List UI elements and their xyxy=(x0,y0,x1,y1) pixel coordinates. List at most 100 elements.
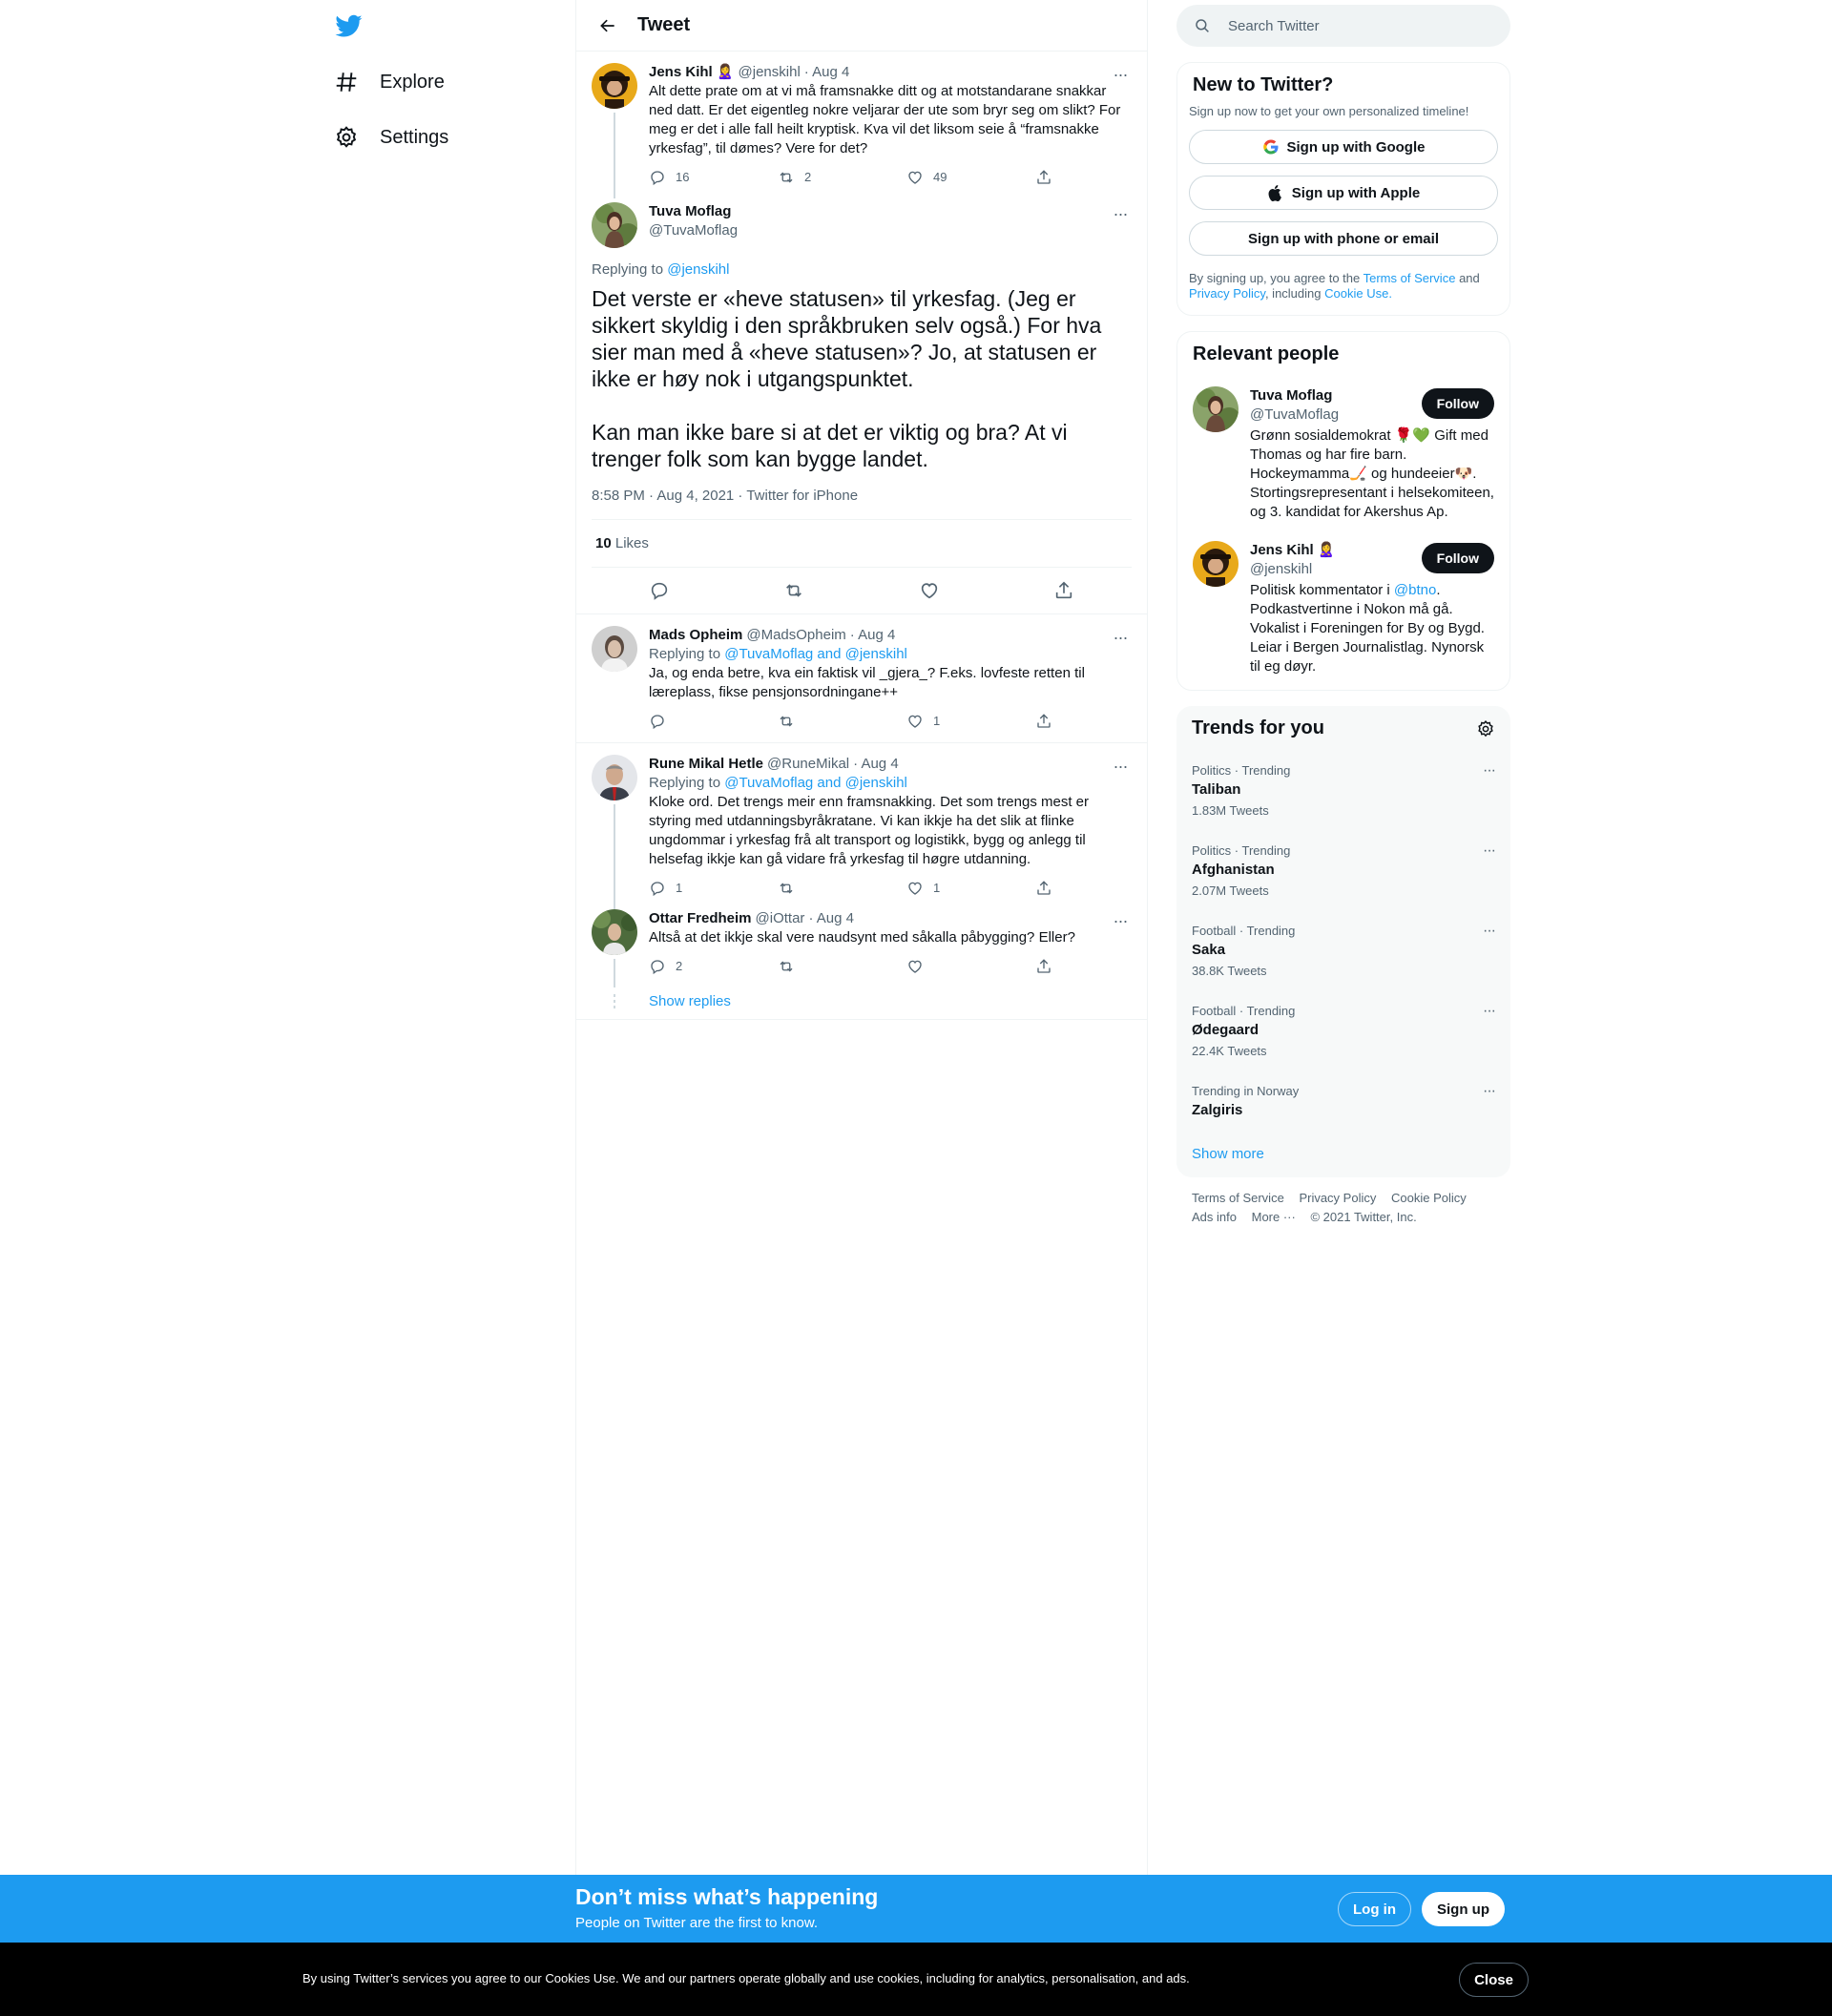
reply-icon[interactable] xyxy=(649,580,670,601)
reply-tweet[interactable]: Mads Opheim @MadsOpheim · Aug 4 Replying… xyxy=(576,614,1147,743)
replying-to-link[interactable]: @TuvaMoflag and @jenskihl xyxy=(724,775,907,791)
like-button[interactable]: 49 xyxy=(906,168,964,187)
reply-tweet[interactable]: Ottar Fredheim @iOttar · Aug 4 Altså at … xyxy=(576,909,1147,987)
follow-button[interactable]: Follow xyxy=(1421,543,1494,573)
author-name[interactable]: Mads Opheim xyxy=(649,626,742,645)
tweet-date[interactable]: · Aug 4 xyxy=(804,63,850,82)
share-icon[interactable] xyxy=(1053,580,1074,601)
share-button[interactable] xyxy=(1035,879,1054,898)
author-handle[interactable]: @MadsOpheim xyxy=(746,626,845,645)
likes-label: Likes xyxy=(614,535,649,551)
parent-tweet[interactable]: Jens Kihl 🙎‍♀️ @jenskihl · Aug 4 Alt det… xyxy=(576,52,1147,198)
trend-item[interactable]: Trending in Norway Zalgiris ··· xyxy=(1176,1071,1510,1131)
share-button[interactable] xyxy=(1035,712,1054,731)
replying-to-link[interactable]: @jenskihl xyxy=(667,261,729,278)
author-handle[interactable]: @RuneMikal xyxy=(767,755,849,774)
avatar[interactable] xyxy=(1193,386,1239,432)
reply-icon xyxy=(651,960,664,975)
gear-icon[interactable] xyxy=(1476,719,1495,738)
author-name[interactable]: Rune Mikal Hetle xyxy=(649,755,763,774)
retweet-button[interactable] xyxy=(778,957,835,976)
like-button[interactable] xyxy=(906,957,964,976)
person-card[interactable]: Jens Kihl 🙎‍♀️ @jenskihl Politisk kommen… xyxy=(1177,531,1509,690)
author-name[interactable]: Tuva Moflag xyxy=(649,202,738,221)
avatar[interactable] xyxy=(592,755,637,800)
signup-apple-button[interactable]: Sign up with Apple xyxy=(1189,176,1498,210)
tweet-date[interactable]: · Aug 4 xyxy=(853,755,899,774)
more-options-icon[interactable]: ··· xyxy=(1483,842,1496,860)
avatar[interactable] xyxy=(592,909,637,955)
more-options-icon[interactable]: ··· xyxy=(1109,65,1132,84)
search-input[interactable]: Search Twitter xyxy=(1228,18,1320,34)
replying-to: Replying to @jenskihl xyxy=(592,261,1132,278)
more-options-icon[interactable]: ··· xyxy=(1483,1083,1496,1100)
retweet-button[interactable] xyxy=(778,712,835,731)
more-options-icon[interactable]: ··· xyxy=(1109,204,1132,223)
avatar[interactable] xyxy=(592,63,637,109)
close-button[interactable]: Close xyxy=(1459,1963,1529,1997)
retweet-button[interactable] xyxy=(778,879,835,898)
more-options-icon[interactable]: ··· xyxy=(1109,628,1132,647)
share-button[interactable] xyxy=(1035,168,1054,187)
terms-link[interactable]: Terms of Service xyxy=(1364,271,1456,285)
tweet-date[interactable]: · Aug 4 xyxy=(850,626,896,645)
share-button[interactable] xyxy=(1035,957,1054,976)
person-card[interactable]: Tuva Moflag @TuvaMoflag Grønn sosialdemo… xyxy=(1177,377,1509,531)
twitter-bird-icon[interactable] xyxy=(334,11,363,40)
trend-item[interactable]: Football · Trending Saka 38.8K Tweets ··… xyxy=(1176,911,1510,991)
like-button[interactable]: 1 xyxy=(906,712,964,731)
footer-link[interactable]: Ads info xyxy=(1192,1210,1237,1224)
tweet-date[interactable]: · Aug 4 xyxy=(808,909,854,928)
footer-link[interactable]: Terms of Service xyxy=(1192,1191,1284,1205)
author-handle[interactable]: @jenskihl xyxy=(739,63,801,82)
like-button[interactable]: 1 xyxy=(906,879,964,898)
signup-google-button[interactable]: Sign up with Google xyxy=(1189,130,1498,164)
bio-mention-link[interactable]: @btno xyxy=(1394,582,1436,598)
author-handle[interactable]: @TuvaMoflag xyxy=(649,221,738,240)
author-handle[interactable]: @iOttar xyxy=(756,909,805,928)
search-bar[interactable]: Search Twitter xyxy=(1176,5,1510,47)
reply-button[interactable]: 2 xyxy=(649,957,706,976)
more-options-icon[interactable]: ··· xyxy=(1483,762,1496,779)
follow-button[interactable]: Follow xyxy=(1421,388,1494,419)
trend-item[interactable]: Politics · Trending Taliban 1.83M Tweets… xyxy=(1176,751,1510,831)
more-options-icon[interactable]: ··· xyxy=(1483,923,1496,940)
avatar[interactable] xyxy=(592,626,637,672)
author-name[interactable]: Jens Kihl 🙎‍♀️ xyxy=(649,63,735,82)
trend-category: Politics · Trending xyxy=(1192,843,1291,858)
reply-tweet[interactable]: Rune Mikal Hetle @RuneMikal · Aug 4 Repl… xyxy=(576,743,1147,909)
privacy-link[interactable]: Privacy Policy xyxy=(1189,286,1265,301)
more-options-icon[interactable]: ··· xyxy=(1109,757,1132,776)
footer-link[interactable]: Cookie Policy xyxy=(1391,1191,1467,1205)
avatar[interactable] xyxy=(592,202,637,248)
footer-link[interactable]: Privacy Policy xyxy=(1299,1191,1376,1205)
signup-button[interactable]: Sign up xyxy=(1422,1892,1505,1926)
retweet-button[interactable]: 2 xyxy=(778,168,835,187)
trend-item[interactable]: Politics · Trending Afghanistan 2.07M Tw… xyxy=(1176,831,1510,911)
likes-summary[interactable]: 10 Likes xyxy=(592,519,1132,568)
trend-count: 22.4K Tweets xyxy=(1192,1044,1267,1058)
nav-settings[interactable]: Settings xyxy=(334,118,448,156)
author-name[interactable]: Ottar Fredheim xyxy=(649,909,752,928)
show-more-link[interactable]: Show more xyxy=(1176,1131,1510,1177)
trend-name: Zalgiris xyxy=(1192,1102,1243,1118)
avatar[interactable] xyxy=(1193,541,1239,587)
show-replies-row[interactable]: Show replies xyxy=(576,987,1147,1020)
nav-explore[interactable]: Explore xyxy=(334,63,445,101)
footer-link[interactable]: More ··· xyxy=(1252,1210,1296,1224)
more-options-icon[interactable]: ··· xyxy=(1483,1003,1496,1020)
signup-phone-email-button[interactable]: Sign up with phone or email xyxy=(1189,221,1498,256)
more-options-icon[interactable]: ··· xyxy=(1109,911,1132,930)
reply-button[interactable]: 16 xyxy=(649,168,706,187)
reply-button[interactable] xyxy=(649,712,706,731)
back-button[interactable] xyxy=(592,10,624,42)
show-replies-link[interactable]: Show replies xyxy=(649,993,731,1009)
reply-button[interactable]: 1 xyxy=(649,879,706,898)
cookie-use-link[interactable]: Cookie Use. xyxy=(1324,286,1392,301)
heart-icon[interactable] xyxy=(919,580,940,601)
login-button[interactable]: Log in xyxy=(1338,1892,1411,1926)
tweet-timestamp[interactable]: 8:58 PM · Aug 4, 2021 · Twitter for iPho… xyxy=(592,488,1132,504)
replying-to-link[interactable]: @TuvaMoflag and @jenskihl xyxy=(724,646,907,662)
retweet-icon[interactable] xyxy=(783,580,804,601)
trend-item[interactable]: Football · Trending Ødegaard 22.4K Tweet… xyxy=(1176,991,1510,1071)
